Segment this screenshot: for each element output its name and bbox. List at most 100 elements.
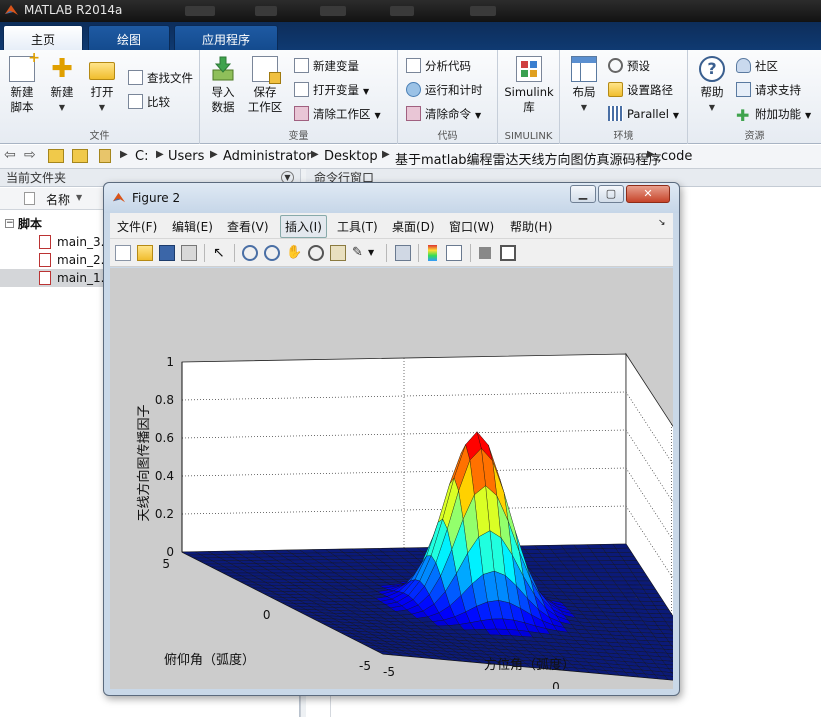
figure-canvas[interactable]: 00.20.40.60.81-505-505 天线方向图传播因子 俯仰角（弧度）… xyxy=(110,268,727,709)
run-and-time-button[interactable]: 运行和计时 xyxy=(406,80,483,100)
ribbon-section-resources: ? 帮助 ▼ 社区 请求支持 ✚ 附加功能 ▼ 资源 xyxy=(688,50,821,144)
new-script-button[interactable]: + 新建 脚本 xyxy=(2,51,42,115)
tab-home[interactable]: 主页 xyxy=(3,25,83,50)
dropdown-arrow-icon: ▼ xyxy=(672,111,680,120)
ribbon-section-file: + 新建 脚本 ✚ 新建 ▼ 打开 ▼ 查找文件 比较 文件 xyxy=(0,50,200,144)
menu-file[interactable]: 文件(F) xyxy=(117,218,157,235)
help-button[interactable]: ? 帮助 ▼ xyxy=(692,56,732,115)
m-file-icon xyxy=(39,271,51,285)
new-button[interactable]: ✚ 新建 ▼ xyxy=(42,56,82,115)
blurred-toolbar-item xyxy=(185,6,215,16)
new-figure-icon[interactable] xyxy=(115,245,131,261)
legend-icon[interactable] xyxy=(446,245,462,261)
show-plot-tools-icon[interactable] xyxy=(500,245,516,261)
section-label-code: 代码 xyxy=(437,131,458,142)
z-tick-label: 0.6 xyxy=(155,431,174,445)
column-name-header[interactable]: 名称 xyxy=(46,191,70,208)
compare-button[interactable]: 比较 xyxy=(128,92,170,112)
minimize-button[interactable]: ▁ xyxy=(570,185,596,203)
blurred-toolbar-item xyxy=(255,6,277,16)
menu-window[interactable]: 窗口(W) xyxy=(449,218,494,235)
print-icon[interactable] xyxy=(181,245,197,261)
import-data-button[interactable]: 导入 数据 xyxy=(203,56,243,115)
colorbar-icon[interactable] xyxy=(428,245,437,261)
dock-arrow-icon[interactable]: ↘ xyxy=(658,218,666,228)
up-folder-icon[interactable] xyxy=(48,149,64,163)
forward-icon[interactable]: ⇨ xyxy=(24,147,36,163)
layout-icon xyxy=(571,56,597,82)
data-cursor-icon[interactable] xyxy=(330,245,346,261)
close-button[interactable]: ✕ xyxy=(626,185,670,203)
compare-label: 比较 xyxy=(147,95,170,109)
breadcrumb-item[interactable]: code xyxy=(661,149,692,164)
dropdown-arrow-icon: ▼ xyxy=(374,111,381,120)
layout-button[interactable]: 布局 ▼ xyxy=(564,56,604,115)
z-axis-label: 天线方向图传播因子 xyxy=(136,404,152,521)
ribbon-section-variable: 导入 数据 保存 工作区 新建变量 打开变量 ▼ 清除工作区 ▼ 变量 xyxy=(200,50,398,144)
set-path-button[interactable]: 设置路径 xyxy=(608,80,673,100)
request-support-button[interactable]: 请求支持 xyxy=(736,80,801,100)
collapse-icon[interactable]: − xyxy=(5,219,14,228)
open-button[interactable]: 打开 ▼ xyxy=(82,56,122,115)
find-files-button[interactable]: 查找文件 xyxy=(128,68,193,88)
toolbar-separator xyxy=(234,244,235,262)
pointer-icon[interactable]: ↖ xyxy=(213,245,229,261)
menu-help[interactable]: 帮助(H) xyxy=(510,218,552,235)
menu-edit[interactable]: 编辑(E) xyxy=(172,218,213,235)
brush-icon[interactable]: ✎ xyxy=(352,245,368,261)
preferences-button[interactable]: 预设 xyxy=(608,56,650,76)
clear-workspace-label: 清除工作区 xyxy=(313,107,371,121)
parallel-button[interactable]: Parallel ▼ xyxy=(608,104,679,124)
menu-desktop[interactable]: 桌面(D) xyxy=(392,218,435,235)
menu-view[interactable]: 查看(V) xyxy=(227,218,269,235)
save-icon[interactable] xyxy=(159,245,175,261)
y-tick-label: 0 xyxy=(263,608,271,622)
find-files-label: 查找文件 xyxy=(147,71,193,85)
analyze-code-icon xyxy=(406,58,421,73)
zoom-in-icon[interactable] xyxy=(242,245,258,261)
layout-label: 布局 xyxy=(572,85,596,99)
community-button[interactable]: 社区 xyxy=(736,56,778,76)
breadcrumb-item[interactable]: Administrator xyxy=(223,149,312,164)
sort-arrow-icon: ▼ xyxy=(76,193,83,202)
back-icon[interactable]: ⇦ xyxy=(4,147,16,163)
surface-plot[interactable]: 00.20.40.60.81-505-505 天线方向图传播因子 俯仰角（弧度）… xyxy=(110,268,727,709)
save-workspace-button[interactable]: 保存 工作区 xyxy=(245,56,285,115)
run-and-time-icon xyxy=(406,82,421,97)
folder-icon xyxy=(99,149,111,163)
new-variable-label: 新建变量 xyxy=(313,59,359,73)
figure-title-bar[interactable]: Figure 2 ▁ ▢ ✕ xyxy=(104,183,679,213)
open-file-icon[interactable] xyxy=(137,245,153,261)
tab-apps[interactable]: 应用程序 xyxy=(174,25,278,50)
hide-plot-tools-icon[interactable] xyxy=(479,247,491,259)
parallel-icon xyxy=(608,106,623,121)
new-variable-button[interactable]: 新建变量 xyxy=(294,56,359,76)
clear-commands-button[interactable]: 清除命令 ▼ xyxy=(406,104,481,124)
y-tick-label: 5 xyxy=(162,557,170,571)
pan-icon[interactable]: ✋ xyxy=(286,245,302,261)
dropdown-arrow-icon[interactable]: ▼ xyxy=(368,245,384,261)
zoom-out-icon[interactable] xyxy=(264,245,280,261)
rotate-icon[interactable] xyxy=(308,245,324,261)
open-variable-button[interactable]: 打开变量 ▼ xyxy=(294,80,369,100)
chevron-right-icon: ▶ xyxy=(210,149,218,160)
menu-insert[interactable]: 插入(I) xyxy=(280,215,327,238)
menu-tools[interactable]: 工具(T) xyxy=(337,218,378,235)
maximize-button[interactable]: ▢ xyxy=(598,185,624,203)
new-label: 新建 xyxy=(50,85,74,99)
analyze-code-button[interactable]: 分析代码 xyxy=(406,56,471,76)
tab-plots[interactable]: 绘图 xyxy=(88,25,170,50)
section-label-file: 文件 xyxy=(89,131,110,142)
breadcrumb-item[interactable]: C: xyxy=(135,149,148,164)
clear-workspace-button[interactable]: 清除工作区 ▼ xyxy=(294,104,381,124)
browse-folder-icon[interactable] xyxy=(72,149,88,163)
breadcrumb-item[interactable]: Desktop xyxy=(324,149,378,164)
dropdown-arrow-icon: ▼ xyxy=(475,111,482,120)
simulink-library-button[interactable]: Simulink 库 xyxy=(502,56,556,115)
breadcrumb-item[interactable]: Users xyxy=(168,149,204,164)
add-ons-icon: ✚ xyxy=(736,106,750,125)
dropdown-arrow-icon: ▼ xyxy=(580,103,588,112)
breadcrumb-item[interactable]: 基于matlab编程雷达天线方向图仿真源码程序 xyxy=(395,149,662,168)
link-icon[interactable] xyxy=(395,245,411,261)
add-ons-button[interactable]: ✚ 附加功能 ▼ xyxy=(736,104,811,124)
